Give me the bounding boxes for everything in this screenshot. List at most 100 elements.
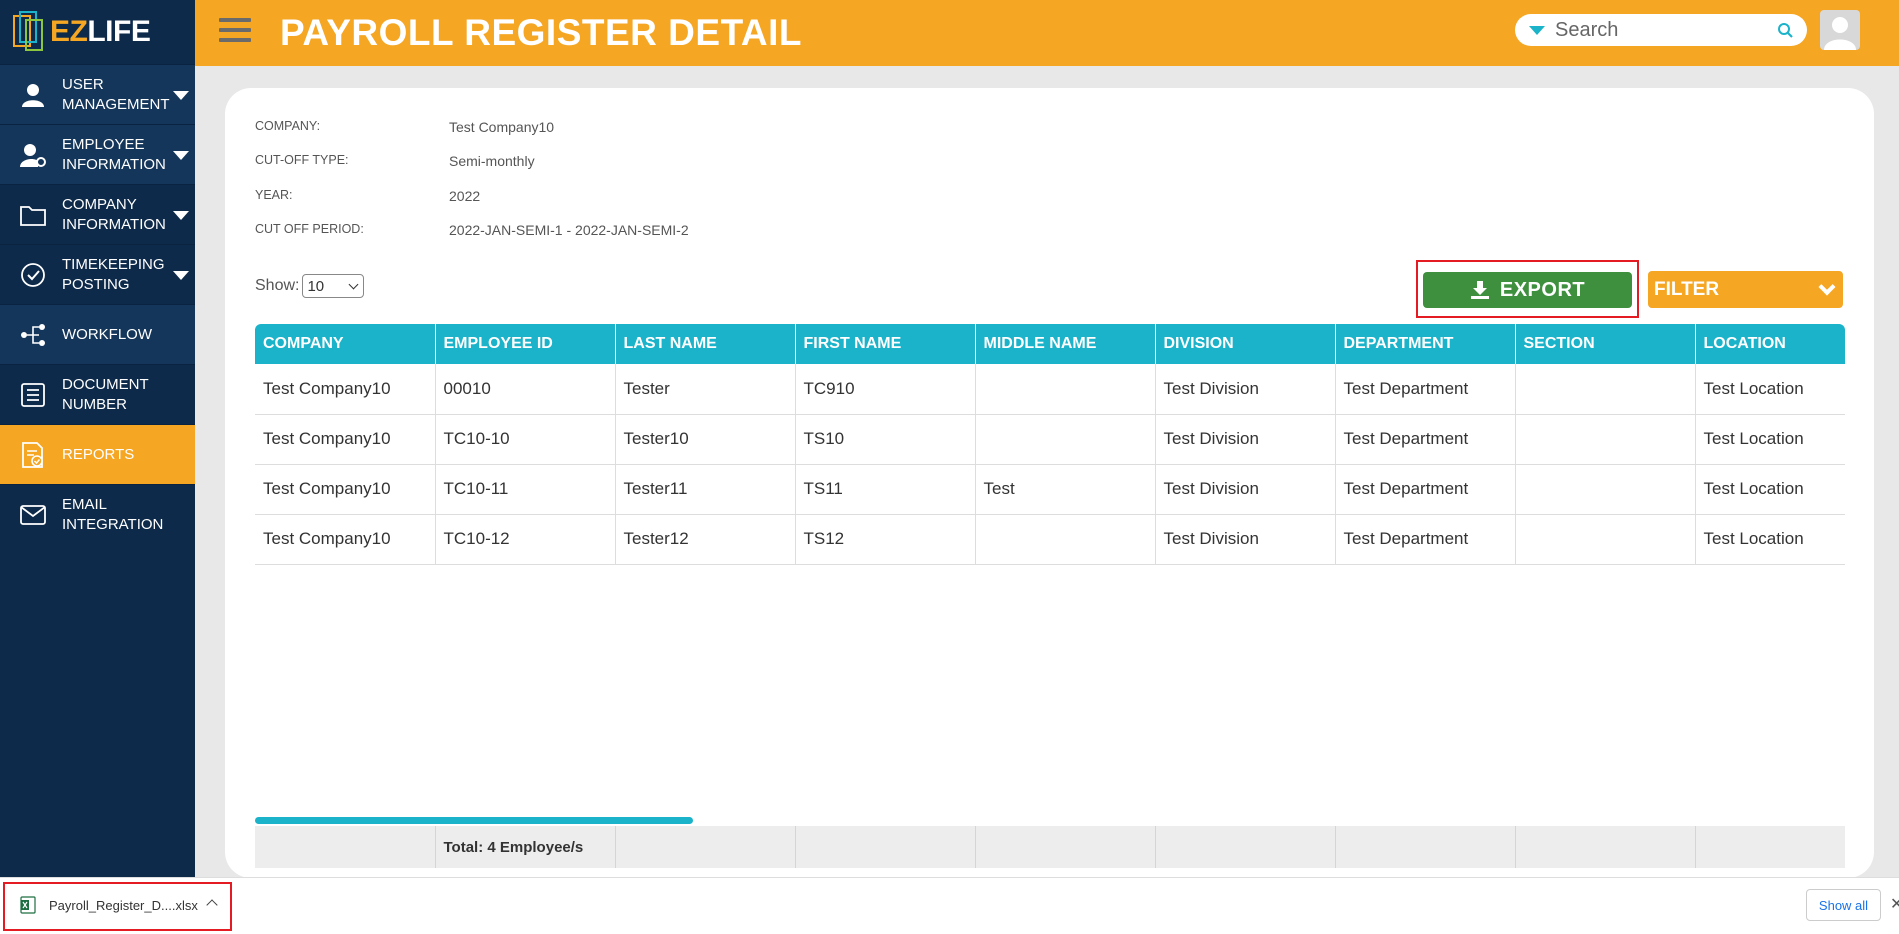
caret-down-icon [173, 90, 189, 100]
sidebar-item-label: COMPANY INFORMATION [62, 195, 166, 233]
table-cell: Test Division [1155, 364, 1336, 415]
sidebar-item-document-number[interactable]: DOCUMENT NUMBER [0, 364, 195, 424]
table-cell [975, 364, 1156, 415]
column-header[interactable]: FIRST NAME [795, 324, 976, 364]
column-header[interactable]: DIVISION [1155, 324, 1336, 364]
footer-cell [615, 826, 796, 868]
table-cell: Test Location [1695, 514, 1845, 565]
info-label: CUT OFF PERIOD: [255, 222, 364, 236]
download-item[interactable]: Payroll_Register_D....xlsx [20, 896, 198, 914]
table-cell: 00010 [435, 364, 616, 415]
table-cell: Test Location [1695, 364, 1845, 415]
table-cell: Tester12 [615, 514, 796, 565]
hamburger-menu-icon[interactable] [219, 18, 251, 46]
table-cell: Tester11 [615, 464, 796, 515]
show-label: Show: [255, 277, 300, 294]
sidebar-item-label: EMAIL INTEGRATION [62, 495, 164, 533]
footer-row: Total: 4 Employee/s [255, 826, 1845, 868]
sidebar-item-workflow[interactable]: WORKFLOW [0, 304, 195, 364]
column-header[interactable]: SECTION [1515, 324, 1696, 364]
search-dropdown-icon[interactable] [1529, 25, 1545, 35]
info-value: 2022 [449, 188, 481, 204]
table-cell: Test Company10 [255, 464, 436, 515]
close-icon[interactable]: ✕ [1890, 894, 1899, 914]
table-header-row: COMPANY EMPLOYEE ID LAST NAME FIRST NAME… [255, 324, 1845, 364]
show-all-button[interactable]: Show all [1806, 889, 1881, 921]
top-header: PAYROLL REGISTER DETAIL [195, 0, 1899, 66]
table-cell: Test Company10 [255, 414, 436, 465]
table-footer: Total: 4 Employee/s [255, 826, 1845, 868]
footer-cell [1695, 826, 1845, 868]
table-cell: Test Department [1335, 514, 1516, 565]
sidebar-item-employee-information[interactable]: EMPLOYEE INFORMATION [0, 124, 195, 184]
sidebar-item-user-management[interactable]: USER MANAGEMENT [0, 64, 195, 124]
filter-button[interactable]: FILTER [1648, 271, 1843, 308]
sidebar-item-company-information[interactable]: COMPANY INFORMATION [0, 184, 195, 244]
table-cell: Test Department [1335, 414, 1516, 465]
search-icon[interactable] [1777, 22, 1793, 38]
table-cell: TS10 [795, 414, 976, 465]
column-header[interactable]: DEPARTMENT [1335, 324, 1516, 364]
caret-down-icon [173, 270, 189, 280]
download-filename: Payroll_Register_D....xlsx [49, 897, 198, 913]
table-cell: Tester10 [615, 414, 796, 465]
column-header[interactable]: COMPANY [255, 324, 436, 364]
column-header[interactable]: LAST NAME [615, 324, 796, 364]
footer-cell [975, 826, 1156, 868]
column-header[interactable]: EMPLOYEE ID [435, 324, 616, 364]
page-size-control: Show: 10 [255, 274, 365, 298]
report-icon [18, 440, 48, 470]
download-bar: Payroll_Register_D....xlsx Show all ✕ [0, 877, 1899, 934]
sidebar-item-timekeeping-posting[interactable]: TIMEKEEPING POSTING [0, 244, 195, 304]
column-header[interactable]: LOCATION [1695, 324, 1845, 364]
table-cell: Test Division [1155, 514, 1336, 565]
sidebar-item-label: EMPLOYEE INFORMATION [62, 135, 166, 173]
table-cell: Test Location [1695, 414, 1845, 465]
table-row: Test Company10 TC10-12 Tester12 TS12 Tes… [255, 514, 1845, 565]
mail-icon [18, 500, 48, 530]
table-cell: Test Company10 [255, 364, 436, 415]
column-header[interactable]: MIDDLE NAME [975, 324, 1156, 364]
sidebar-item-email-integration[interactable]: EMAIL INTEGRATION [0, 484, 195, 544]
folder-icon [18, 200, 48, 230]
download-icon [1470, 281, 1489, 299]
app-logo[interactable]: EZLIFE [0, 0, 195, 64]
horizontal-scrollbar[interactable] [255, 817, 693, 824]
sidebar-item-reports[interactable]: REPORTS [0, 424, 195, 484]
report-card: COMPANY: Test Company10 CUT-OFF TYPE: Se… [225, 88, 1874, 878]
table-cell [1515, 414, 1696, 465]
table-cell: TC10-10 [435, 414, 616, 465]
table-cell [1515, 464, 1696, 515]
caret-down-icon [173, 150, 189, 160]
logo-ez: EZ [50, 15, 88, 48]
table-row: Test Company10 TC10-11 Tester11 TS11 Tes… [255, 464, 1845, 515]
filter-label: FILTER [1654, 278, 1720, 300]
table-cell [1515, 514, 1696, 565]
workflow-icon [18, 320, 48, 350]
avatar[interactable] [1820, 10, 1860, 50]
table-cell [975, 414, 1156, 465]
table-cell: TC910 [795, 364, 976, 415]
info-label: CUT-OFF TYPE: [255, 153, 349, 167]
table-cell: Test Division [1155, 414, 1336, 465]
table-cell: Tester [615, 364, 796, 415]
table-cell: Test [975, 464, 1156, 515]
page-size-select[interactable]: 10 [302, 274, 365, 298]
sidebar-item-label: DOCUMENT NUMBER [62, 375, 149, 413]
search-input[interactable] [1555, 18, 1775, 42]
list-icon [18, 380, 48, 410]
table-cell: Test Department [1335, 364, 1516, 415]
check-circle-icon [18, 260, 48, 290]
table-cell [1515, 364, 1696, 415]
export-label: EXPORT [1499, 278, 1586, 301]
table-cell: Test Division [1155, 464, 1336, 515]
sidebar: EZLIFE USER MANAGEMENT EMPLOYEE INFORMAT… [0, 0, 195, 877]
footer-cell [1155, 826, 1336, 868]
export-button[interactable]: EXPORT [1423, 272, 1632, 308]
logo-mark-icon [13, 11, 43, 51]
table-cell: TC10-12 [435, 514, 616, 565]
footer-total: Total: 4 Employee/s [435, 826, 616, 868]
search-box[interactable] [1515, 14, 1807, 46]
info-value: Semi-monthly [449, 153, 535, 169]
info-value: 2022-JAN-SEMI-1 - 2022-JAN-SEMI-2 [449, 222, 689, 238]
